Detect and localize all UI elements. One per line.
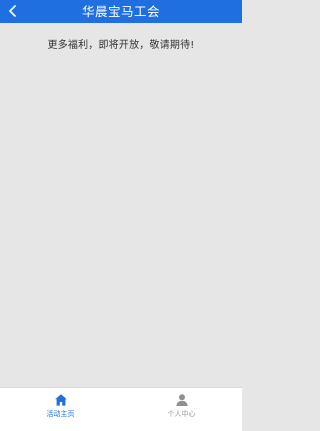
main-content: 更多福利，即将开放，敬请期待! [0, 23, 242, 387]
tab-personal-center[interactable]: 个人中心 [121, 388, 242, 431]
tab-label-activity-home: 活动主页 [46, 410, 75, 418]
tab-activity-home[interactable]: 活动主页 [0, 388, 121, 431]
user-icon [176, 394, 187, 406]
tab-label-personal-center: 个人中心 [167, 410, 196, 418]
page-title: 华晨宝马工会 [81, 4, 160, 19]
coming-soon-notice: 更多福利，即将开放，敬请期待! [47, 40, 195, 51]
home-icon [54, 394, 67, 406]
bottom-tab-bar: 活动主页 个人中心 [0, 387, 242, 431]
header-bar: 华晨宝马工会 [0, 0, 242, 23]
